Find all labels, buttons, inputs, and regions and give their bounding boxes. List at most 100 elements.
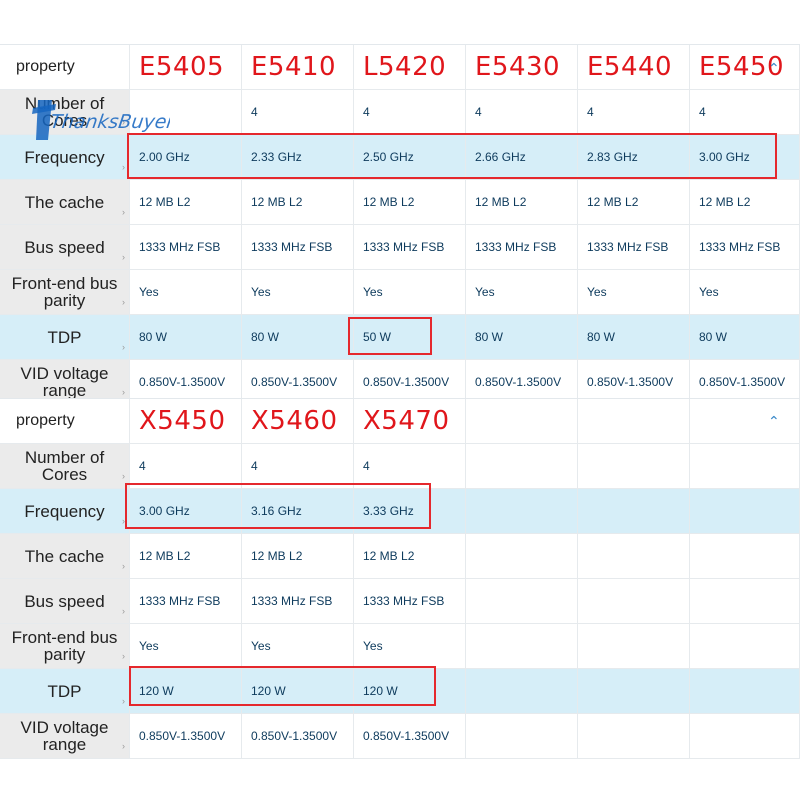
spec-value-cell bbox=[578, 444, 690, 489]
chevron-right-icon: › bbox=[122, 741, 125, 751]
spec-value-cell: 2.83 GHz bbox=[578, 135, 690, 180]
spec-value: Yes bbox=[139, 639, 159, 653]
spec-value-cell: 3.33 GHz bbox=[354, 489, 466, 534]
spec-value-cell bbox=[578, 714, 690, 759]
row-label-text: VID voltage range bbox=[20, 364, 109, 400]
row-label-text: VID voltage range bbox=[20, 718, 109, 754]
spec-value: 1333 MHz FSB bbox=[699, 240, 781, 254]
spec-value-cell: 1333 MHz FSB bbox=[242, 579, 354, 624]
spec-value-cell bbox=[690, 624, 800, 669]
chevron-right-icon: › bbox=[122, 207, 125, 217]
spec-value-cell: 4 bbox=[354, 444, 466, 489]
spec-value-cell: 2.50 GHz bbox=[354, 135, 466, 180]
spec-value-cell: Yes bbox=[578, 270, 690, 315]
spec-value: 1333 MHz FSB bbox=[363, 240, 445, 254]
collapse-table-2-icon[interactable]: ⌃ bbox=[768, 413, 780, 430]
spec-value-cell: 0.850V-1.3500V bbox=[242, 714, 354, 759]
spec-value-cell: Yes bbox=[242, 270, 354, 315]
spec-value: 12 MB L2 bbox=[139, 195, 191, 209]
spec-value-cell: 12 MB L2 bbox=[578, 180, 690, 225]
row-label[interactable]: Frequency › bbox=[0, 489, 130, 534]
spec-value-cell bbox=[130, 90, 242, 135]
spec-value: 3.00 GHz bbox=[139, 504, 190, 518]
row-label[interactable]: Number of Cores › bbox=[0, 444, 130, 489]
spec-value: 12 MB L2 bbox=[363, 549, 415, 563]
spec-value-cell bbox=[578, 489, 690, 534]
row-label[interactable]: Bus speed › bbox=[0, 579, 130, 624]
spec-value: 120 W bbox=[363, 684, 398, 698]
spec-value-cell bbox=[690, 579, 800, 624]
spec-value-cell: 2.00 GHz bbox=[130, 135, 242, 180]
spec-value-cell: 12 MB L2 bbox=[130, 534, 242, 579]
row-label[interactable]: The cache › bbox=[0, 180, 130, 225]
spec-value: 1333 MHz FSB bbox=[251, 240, 333, 254]
row-label-text: Bus speed bbox=[24, 237, 105, 257]
chevron-right-icon: › bbox=[122, 471, 125, 481]
spec-value: 2.50 GHz bbox=[363, 150, 414, 164]
spec-value: 1333 MHz FSB bbox=[251, 594, 333, 608]
spec-value: 80 W bbox=[699, 330, 728, 344]
spec-value: 12 MB L2 bbox=[251, 549, 303, 563]
spec-value: 1333 MHz FSB bbox=[139, 240, 221, 254]
model-name: E5410 bbox=[251, 52, 337, 82]
spec-value-cell bbox=[466, 534, 578, 579]
model-header-cell: L5420 bbox=[354, 45, 466, 90]
row-label[interactable]: Front-end bus parity › bbox=[0, 624, 130, 669]
spec-value-cell bbox=[578, 579, 690, 624]
spec-value-cell: 0.850V-1.3500V bbox=[354, 714, 466, 759]
chevron-right-icon: › bbox=[122, 516, 125, 526]
spec-value: 1333 MHz FSB bbox=[139, 594, 221, 608]
collapse-table-1-icon[interactable]: ⌃ bbox=[768, 60, 780, 77]
model-header-cell: E5440 bbox=[578, 45, 690, 90]
spec-value-cell: 1333 MHz FSB bbox=[130, 225, 242, 270]
row-label[interactable]: Front-end bus parity › bbox=[0, 270, 130, 315]
spec-value-cell: 1333 MHz FSB bbox=[354, 579, 466, 624]
spec-value: 2.00 GHz bbox=[139, 150, 190, 164]
spec-value-cell: 80 W bbox=[466, 315, 578, 360]
spec-value: 12 MB L2 bbox=[363, 195, 415, 209]
spec-value-cell: 4 bbox=[578, 90, 690, 135]
spec-value: 0.850V-1.3500V bbox=[139, 729, 226, 743]
spec-value: 0.850V-1.3500V bbox=[251, 729, 338, 743]
spec-value-cell: Yes bbox=[354, 624, 466, 669]
spec-value: 4 bbox=[475, 105, 482, 119]
spec-value-cell: 1333 MHz FSB bbox=[690, 225, 800, 270]
row-label[interactable]: Bus speed › bbox=[0, 225, 130, 270]
spec-value-cell: 1333 MHz FSB bbox=[466, 225, 578, 270]
row-label-text: TDP bbox=[47, 681, 82, 701]
spec-value: 1333 MHz FSB bbox=[475, 240, 557, 254]
spec-value: 4 bbox=[363, 105, 370, 119]
spec-value: 120 W bbox=[251, 684, 286, 698]
spec-value-cell bbox=[466, 624, 578, 669]
spec-value: 2.83 GHz bbox=[587, 150, 638, 164]
chevron-right-icon: › bbox=[122, 696, 125, 706]
spec-value: 4 bbox=[587, 105, 594, 119]
spec-value-cell: 120 W bbox=[242, 669, 354, 714]
model-header-cell: X5450 bbox=[130, 399, 242, 444]
spec-value: 12 MB L2 bbox=[251, 195, 303, 209]
row-label[interactable]: VID voltage range › bbox=[0, 714, 130, 759]
spec-value: 2.33 GHz bbox=[251, 150, 302, 164]
row-label[interactable]: TDP › bbox=[0, 669, 130, 714]
spec-value-cell: 1333 MHz FSB bbox=[354, 225, 466, 270]
spec-value-cell: Yes bbox=[690, 270, 800, 315]
row-label[interactable]: The cache › bbox=[0, 534, 130, 579]
row-label[interactable]: Number of Cores › bbox=[0, 90, 130, 135]
spec-value-cell: Yes bbox=[466, 270, 578, 315]
spec-value-cell: 2.66 GHz bbox=[466, 135, 578, 180]
spec-value-cell: Yes bbox=[130, 624, 242, 669]
spec-value: 0.850V-1.3500V bbox=[251, 375, 338, 389]
spec-value: Yes bbox=[139, 285, 159, 299]
spec-value: 80 W bbox=[587, 330, 616, 344]
model-header-cell: X5470 bbox=[354, 399, 466, 444]
spec-value: 4 bbox=[139, 459, 146, 473]
chevron-right-icon: › bbox=[122, 162, 125, 172]
spec-value-cell: 4 bbox=[242, 90, 354, 135]
row-label[interactable]: TDP › bbox=[0, 315, 130, 360]
spec-value: 120 W bbox=[139, 684, 174, 698]
model-name: L5420 bbox=[363, 52, 447, 82]
spec-value-cell: 4 bbox=[130, 444, 242, 489]
spec-value-cell: 12 MB L2 bbox=[466, 180, 578, 225]
spec-value: 80 W bbox=[139, 330, 168, 344]
row-label[interactable]: Frequency › bbox=[0, 135, 130, 180]
